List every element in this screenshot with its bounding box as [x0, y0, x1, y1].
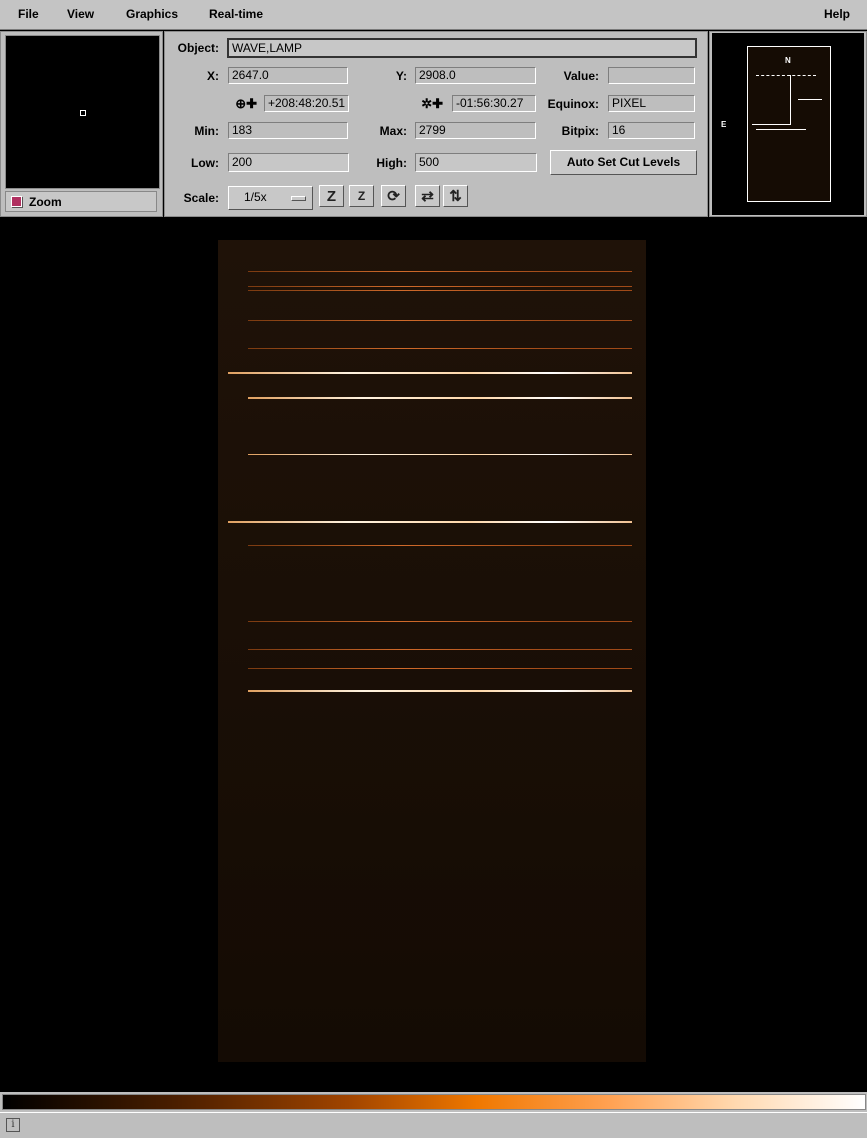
object-field[interactable]: WAVE,LAMP [227, 38, 697, 58]
auto-set-cut-levels-button[interactable]: Auto Set Cut Levels [550, 150, 697, 175]
high-label: High: [376, 156, 407, 170]
min-field: 183 [228, 122, 348, 139]
zoom-cursor-marker [80, 110, 86, 116]
ra-field: +208:48:20.51 [264, 95, 349, 112]
emission-line [248, 545, 632, 546]
emission-line [248, 690, 632, 692]
pan-spectrum-line [756, 75, 816, 77]
emission-line [248, 649, 632, 650]
menu-bar: File View Graphics Real-time Help [0, 0, 867, 30]
emission-line [228, 372, 632, 374]
x-label: X: [207, 69, 219, 83]
menu-file[interactable]: File [18, 7, 39, 21]
emission-line [248, 271, 632, 272]
compass-north-arrow [790, 75, 791, 125]
scale-menu-button[interactable]: 1/5x [228, 186, 313, 210]
low-label: Low: [191, 156, 219, 170]
pan-spectrum-line [756, 129, 806, 130]
zoom-toggle-label: Zoom [29, 194, 62, 209]
pan-spectrum-line [798, 99, 822, 100]
zoom-in-icon[interactable]: Z [319, 185, 344, 207]
min-label: Min: [194, 124, 219, 138]
dec-field: -01:56:30.27 [452, 95, 536, 112]
pan-frame[interactable]: N [747, 46, 831, 202]
image-display[interactable] [0, 218, 867, 1092]
equinox-field: PIXEL [608, 95, 695, 112]
max-field: 2799 [415, 122, 536, 139]
colorbar-strip[interactable] [2, 1094, 866, 1110]
dec-icon: ✲✚ [421, 96, 443, 111]
ra-icon: ⊕✚ [235, 96, 257, 111]
zoom-view[interactable] [5, 35, 160, 189]
menu-realtime[interactable]: Real-time [209, 7, 263, 21]
scale-value: 1/5x [244, 190, 267, 204]
compass-east-arrow [752, 124, 790, 125]
flip-x-icon[interactable]: ⇄ [415, 185, 440, 207]
compass-east-label: E [721, 120, 727, 129]
zoom-panel: Zoom [0, 31, 163, 217]
colorbar [0, 1092, 867, 1112]
option-menu-indicator-icon [291, 196, 306, 201]
emission-line [248, 668, 632, 669]
menu-help[interactable]: Help [824, 7, 850, 21]
zoom-toggle[interactable]: Zoom [5, 191, 157, 212]
emission-line [248, 454, 632, 455]
flip-y-icon[interactable]: ⇅ [443, 185, 468, 207]
emission-line [248, 286, 632, 287]
spectrum-image[interactable] [218, 240, 646, 1062]
emission-line [248, 320, 632, 321]
emission-line [248, 621, 632, 622]
y-field: 2908.0 [415, 67, 536, 84]
menu-view[interactable]: View [67, 7, 94, 21]
zoom-out-icon[interactable]: Z [349, 185, 374, 207]
status-bar: i [0, 1112, 867, 1138]
object-label: Object: [177, 41, 219, 55]
emission-line [228, 521, 632, 523]
compass-north-label: N [785, 56, 791, 65]
value-label: Value: [563, 69, 599, 83]
pan-view[interactable]: N E [712, 33, 864, 215]
equinox-label: Equinox: [547, 97, 599, 111]
x-field: 2647.0 [228, 67, 348, 84]
value-field [608, 67, 695, 84]
y-label: Y: [395, 69, 407, 83]
bitpix-field: 16 [608, 122, 695, 139]
max-label: Max: [379, 124, 407, 138]
pan-panel: N E [709, 31, 867, 217]
rotate-icon[interactable]: ⟳ [381, 185, 406, 207]
bitpix-label: Bitpix: [561, 124, 599, 138]
scale-label: Scale: [183, 191, 219, 205]
emission-line [248, 348, 632, 349]
low-input[interactable]: 200 [228, 153, 349, 172]
zoom-checkbox-indicator [11, 196, 22, 207]
emission-line [248, 290, 632, 291]
info-icon[interactable]: i [6, 1118, 20, 1132]
menu-graphics[interactable]: Graphics [126, 7, 178, 21]
emission-line [248, 397, 632, 399]
high-input[interactable]: 500 [415, 153, 537, 172]
